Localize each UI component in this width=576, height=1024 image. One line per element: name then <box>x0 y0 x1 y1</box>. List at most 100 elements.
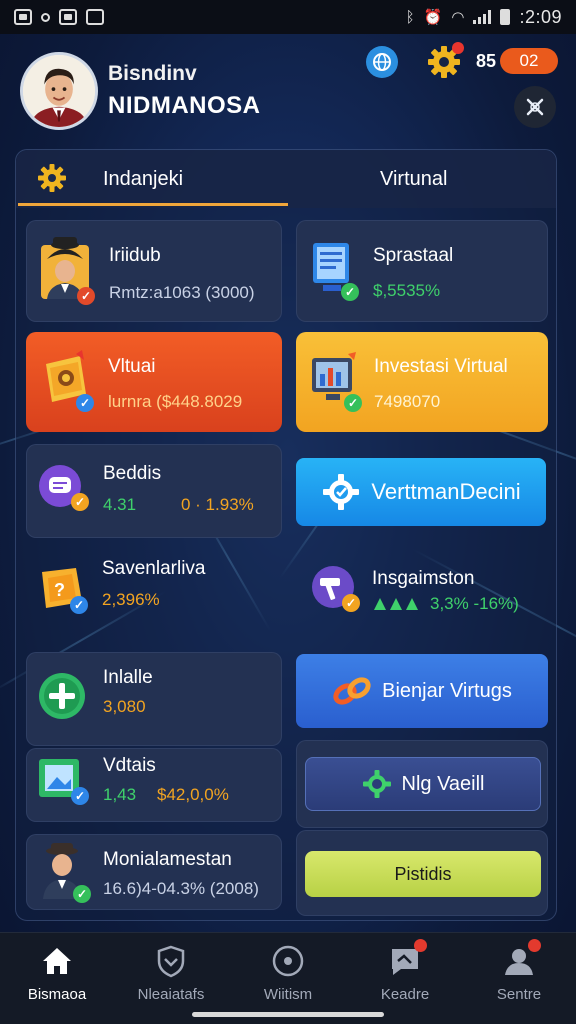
card-vdtais[interactable]: ✓ Vdtais 1,43 $42,0,0% <box>26 748 282 822</box>
nav-target-label: Wiitism <box>263 986 313 1003</box>
card-iriidub[interactable]: ✓ Iriidub Rmtz:a1063 (3000) <box>26 220 282 322</box>
verified-badge-icon: ✓ <box>70 596 88 614</box>
card-sprastaal-value: $,5535% <box>373 281 441 300</box>
profile-header: Bisndinv NIDMANOSA 85 02 <box>0 34 576 144</box>
card-sprastaal[interactable]: ✓ Sprastaal $,5535% <box>296 220 548 322</box>
verttman-decini-button[interactable]: VerttmanDecini <box>296 458 546 526</box>
plus-circle-icon <box>39 673 85 719</box>
nav-favorites-label: Nleaiatafs <box>137 986 205 1003</box>
card-vdtais-value-orange: $42,0,0% <box>157 785 229 804</box>
nlg-vaeill-container: Nlg Vaeill <box>296 740 548 828</box>
settings-badge <box>452 42 464 54</box>
settings-button[interactable] <box>426 42 464 80</box>
nav-target[interactable]: Wiitism <box>233 943 343 1007</box>
chat-icon <box>387 939 427 979</box>
game-notification-icon <box>86 9 104 25</box>
bottom-navigation: Bismaoa Nleaiatafs Wiitism Keadre Sentre <box>0 932 576 1024</box>
card-iriidub-value: Rmtz:a1063 (3000) <box>109 283 255 302</box>
card-sprastaal-title: Sprastaal <box>373 245 454 266</box>
nlg-vaeill-label: Nlg Vaeill <box>401 772 485 795</box>
globe-icon <box>373 53 391 71</box>
nav-favorites[interactable]: Nleaiatafs <box>116 943 226 1007</box>
tab-bar: Indanjeki Virtunal <box>16 150 556 208</box>
verified-badge-icon: ✓ <box>344 394 362 412</box>
close-button[interactable] <box>514 86 556 128</box>
pistidis-label: Pistidis <box>394 863 452 884</box>
card-vltuai-title: Vltuai <box>108 356 156 377</box>
verified-badge-icon: ✓ <box>76 394 94 412</box>
gear-search-icon <box>323 474 360 510</box>
card-insgaimston-title: Insgaimston <box>372 568 475 589</box>
profile-badge <box>528 939 541 952</box>
nav-home[interactable]: Bismaoa <box>2 943 112 1007</box>
tab-gear-icon <box>36 162 68 194</box>
coin-count: 85 <box>476 51 497 71</box>
card-monialamestan-title: Monialamestan <box>103 849 232 870</box>
signal-icon <box>473 10 492 24</box>
bluetooth-icon: ᛒ <box>405 8 415 26</box>
card-beddis-title: Beddis <box>103 463 162 484</box>
active-tab-underline <box>18 203 288 206</box>
gear-badge-icon <box>362 770 391 798</box>
card-vltuai[interactable]: ✓ Vltuai lurnra ($448.8029 <box>26 332 282 432</box>
status-system: ᛒ ⏰ ◠ :2:09 <box>406 7 562 28</box>
card-beddis-value-orange: 0 · 1.93% <box>181 495 254 514</box>
card-insgaimston-value: 3,3% -16%) <box>430 594 519 613</box>
globe-button[interactable] <box>366 46 398 78</box>
verified-badge-icon: ✓ <box>71 787 89 805</box>
card-inlalle-value: 3,080 <box>103 697 146 716</box>
card-investasi-virtual-value: 7498070 <box>374 392 441 411</box>
heart-shield-icon <box>153 943 189 979</box>
bienjar-virtugs-label: Bienjar Virtugs <box>382 679 512 702</box>
card-savenlarliva-value: 2,396% <box>102 590 160 609</box>
verified-badge-icon: ✓ <box>71 493 89 511</box>
coin-pill[interactable]: 02 <box>500 48 558 74</box>
investment-panel: Indanjeki Virtunal ✓ Iriidub Rmtz:a1063 … <box>15 149 557 921</box>
pistidis-container: Pistidis <box>296 830 548 916</box>
verttman-decini-label: VerttmanDecini <box>371 479 521 504</box>
card-vdtais-title: Vdtais <box>103 755 156 776</box>
status-notifications <box>14 9 104 25</box>
card-savenlarliva-title: Savenlarliva <box>102 558 206 579</box>
messages-badge <box>414 939 427 952</box>
verified-badge-icon: ✓ <box>342 594 360 612</box>
nav-messages-label: Keadre <box>380 986 430 1003</box>
wifi-icon: ◠ <box>451 8 465 26</box>
sync-notification-icon <box>41 12 50 22</box>
home-icon <box>39 943 75 979</box>
tab-indanjeki[interactable]: Indanjeki <box>103 168 183 191</box>
target-icon <box>270 943 306 979</box>
card-inlalle-title: Inlalle <box>103 667 153 688</box>
pistidis-button[interactable]: Pistidis <box>305 851 541 897</box>
card-savenlarliva[interactable]: ? ✓ Savenlarliva 2,396% <box>26 548 282 642</box>
nlg-vaeill-button[interactable]: Nlg Vaeill <box>305 757 541 811</box>
verified-badge-icon: ✓ <box>341 283 359 301</box>
avatar[interactable] <box>20 52 98 130</box>
svg-text:?: ? <box>54 580 65 600</box>
home-indicator[interactable] <box>192 1012 384 1017</box>
trend-arrows-icon <box>374 598 418 610</box>
card-insgaimston[interactable]: ✓ Insgaimston 3,3% -16%) <box>296 548 548 642</box>
card-inlalle[interactable]: Inlalle 3,080 <box>26 652 282 746</box>
close-icon <box>526 98 544 116</box>
header-subtitle: Bisndinv <box>108 62 197 85</box>
card-monialamestan-value: 16.6)4-04.3% (2008) <box>103 879 259 898</box>
bienjar-virtugs-button[interactable]: Bienjar Virtugs <box>296 654 548 728</box>
battery-icon <box>500 9 511 25</box>
card-vdtais-value-green: 1,43 <box>103 785 137 804</box>
card-monialamestan[interactable]: ✓ Monialamestan 16.6)4-04.3% (2008) <box>26 834 282 910</box>
nav-profile[interactable]: Sentre <box>464 939 574 1007</box>
status-time: :2:09 <box>519 6 562 27</box>
card-beddis-value-green: 4.31 <box>103 495 137 514</box>
card-investasi-virtual[interactable]: ✓ Investasi Virtual 7498070 <box>296 332 548 432</box>
card-beddis[interactable]: ✓ Beddis 4.31 0 · 1.93% <box>26 444 282 538</box>
link-chain-icon <box>333 677 371 705</box>
header-username: NIDMANOSA <box>108 92 261 119</box>
status-bar: ᛒ ⏰ ◠ :2:09 <box>0 0 576 34</box>
nav-messages[interactable]: Keadre <box>350 939 460 1007</box>
verified-badge-icon: ✓ <box>73 885 91 903</box>
verified-badge-icon: ✓ <box>77 287 95 305</box>
tab-virtunal[interactable]: Virtunal <box>380 168 447 191</box>
nav-home-label: Bismaoa <box>27 986 87 1003</box>
gallery-notification-icon <box>14 9 32 25</box>
